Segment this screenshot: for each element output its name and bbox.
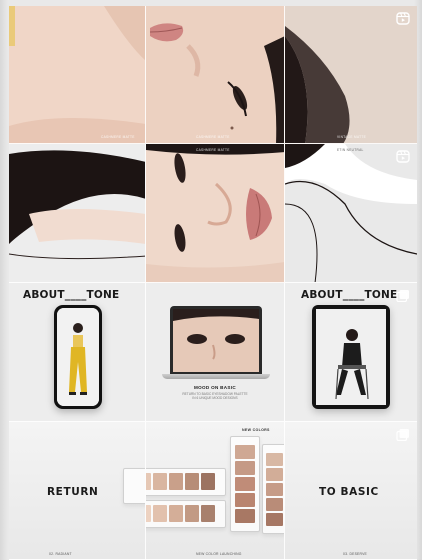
model-seated-figure xyxy=(316,309,386,405)
palette-horizontal-bottom xyxy=(146,500,226,528)
post-about-tone-phone[interactable]: ABOUT____TONE xyxy=(9,283,146,422)
post-new-colors-palette[interactable]: NEW COLORS NEW COLOR LAUNCHING xyxy=(146,422,285,560)
reels-icon xyxy=(396,150,410,163)
post-portrait-2-part-1[interactable] xyxy=(9,144,146,283)
palette-case xyxy=(123,468,145,504)
carousel-icon xyxy=(396,429,409,441)
laptop-screen-face xyxy=(173,309,259,372)
post-portrait-2-part-3[interactable]: ETIN NEUTRAL xyxy=(285,144,417,283)
portrait-illustration xyxy=(285,144,417,282)
portrait-illustration xyxy=(285,6,417,143)
carousel-icon xyxy=(396,290,409,302)
post-to-basic[interactable]: TO BASIC 03. DESERVE xyxy=(285,422,417,560)
laptop-base xyxy=(162,374,270,379)
portrait-illustration xyxy=(9,6,145,143)
portrait-illustration xyxy=(146,6,284,143)
palette-horizontal-top xyxy=(146,468,226,496)
palette-caption: 03. DESERVE xyxy=(343,552,367,556)
post-grid: CASHMERE MATTE CASHMERE MATTE VINTAGE MA… xyxy=(9,6,417,560)
model-figure xyxy=(57,308,99,406)
laptop-post-title: MOOD ON BASIC xyxy=(194,385,236,390)
palette-upright xyxy=(230,436,260,532)
palette-upright-2 xyxy=(262,444,284,534)
post-portrait-1-part-1[interactable]: CASHMERE MATTE xyxy=(9,6,146,144)
post-portrait-1-part-3[interactable]: VINTAGE MATTE xyxy=(285,6,417,144)
laptop-mockup xyxy=(170,306,262,374)
post-return-palette[interactable]: RETURN 02. RADIANT xyxy=(9,422,146,560)
portrait-illustration xyxy=(146,144,284,282)
profile-grid-screen: CASHMERE MATTE CASHMERE MATTE VINTAGE MA… xyxy=(0,0,422,560)
tablet-mockup xyxy=(312,305,390,409)
post-mood-on-basic-laptop[interactable]: MOOD ON BASIC RETURN TO BASIC EYESHADOW … xyxy=(146,283,285,422)
portrait-illustration xyxy=(9,144,145,282)
about-tone-title: ABOUT____TONE xyxy=(23,289,120,301)
post-caption: CASHMERE MATTE xyxy=(196,148,230,152)
post-portrait-2-part-2[interactable]: CASHMERE MATTE xyxy=(146,144,285,283)
post-caption: ETIN NEUTRAL xyxy=(337,148,364,152)
new-colors-tag: NEW COLORS xyxy=(242,428,270,432)
about-tone-title: ABOUT____TONE xyxy=(301,289,398,301)
post-caption: VINTAGE MATTE xyxy=(337,135,367,139)
return-word: RETURN xyxy=(47,486,99,498)
palette-caption: NEW COLOR LAUNCHING xyxy=(196,552,242,556)
post-caption: CASHMERE MATTE xyxy=(101,135,135,139)
palette-caption: 02. RADIANT xyxy=(49,552,72,556)
post-caption: CASHMERE MATTE xyxy=(196,135,230,139)
post-portrait-1-part-2[interactable]: CASHMERE MATTE xyxy=(146,6,285,144)
reels-icon xyxy=(396,12,410,25)
laptop-post-subtitle-2: IN 6 UNIQUE MOOD DESIGNS xyxy=(192,396,238,400)
post-about-tone-tablet[interactable]: ABOUT____TONE xyxy=(285,283,417,422)
to-basic-word: TO BASIC xyxy=(319,486,379,498)
phone-mockup xyxy=(54,305,102,409)
